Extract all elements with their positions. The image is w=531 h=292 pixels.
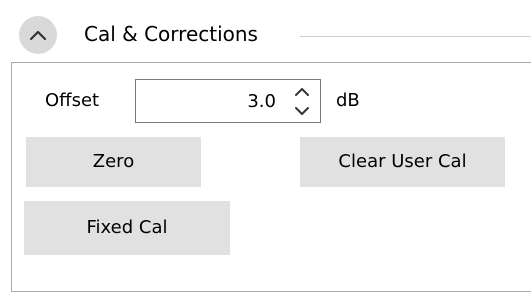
offset-stepper <box>287 82 317 120</box>
offset-increment-button[interactable] <box>287 82 317 101</box>
offset-numeric-input[interactable]: 3.0 <box>135 79 321 123</box>
section-title: Cal & Corrections <box>84 22 258 46</box>
chevron-up-icon <box>29 30 47 41</box>
offset-value[interactable]: 3.0 <box>247 90 276 114</box>
zero-button[interactable]: Zero <box>26 137 201 187</box>
offset-decrement-button[interactable] <box>287 101 317 120</box>
clear-user-cal-button[interactable]: Clear User Cal <box>300 137 505 187</box>
chevron-up-icon <box>295 87 309 96</box>
chevron-down-icon <box>295 106 309 115</box>
section-header: Cal & Corrections <box>0 0 531 62</box>
header-divider <box>300 36 531 37</box>
fixed-cal-button[interactable]: Fixed Cal <box>24 201 230 255</box>
offset-label: Offset <box>45 90 100 111</box>
offset-unit-label: dB <box>336 90 360 111</box>
collapse-toggle-button[interactable] <box>19 16 57 54</box>
